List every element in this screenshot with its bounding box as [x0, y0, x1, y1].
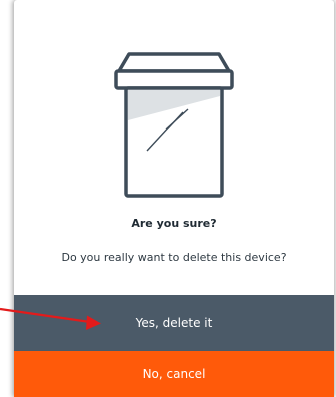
cancel-button-label: No, cancel	[142, 367, 206, 381]
dialog-message: Do you really want to delete this device…	[61, 251, 287, 264]
dialog-title: Are you sure?	[131, 217, 217, 230]
confirm-delete-dialog: Are you sure? Do you really want to dele…	[14, 0, 334, 397]
confirm-delete-button[interactable]: Yes, delete it	[14, 295, 334, 351]
confirm-delete-button-label: Yes, delete it	[135, 316, 213, 330]
screen: Are you sure? Do you really want to dele…	[0, 0, 336, 397]
device-box-icon	[114, 52, 234, 198]
cancel-button[interactable]: No, cancel	[14, 351, 334, 397]
